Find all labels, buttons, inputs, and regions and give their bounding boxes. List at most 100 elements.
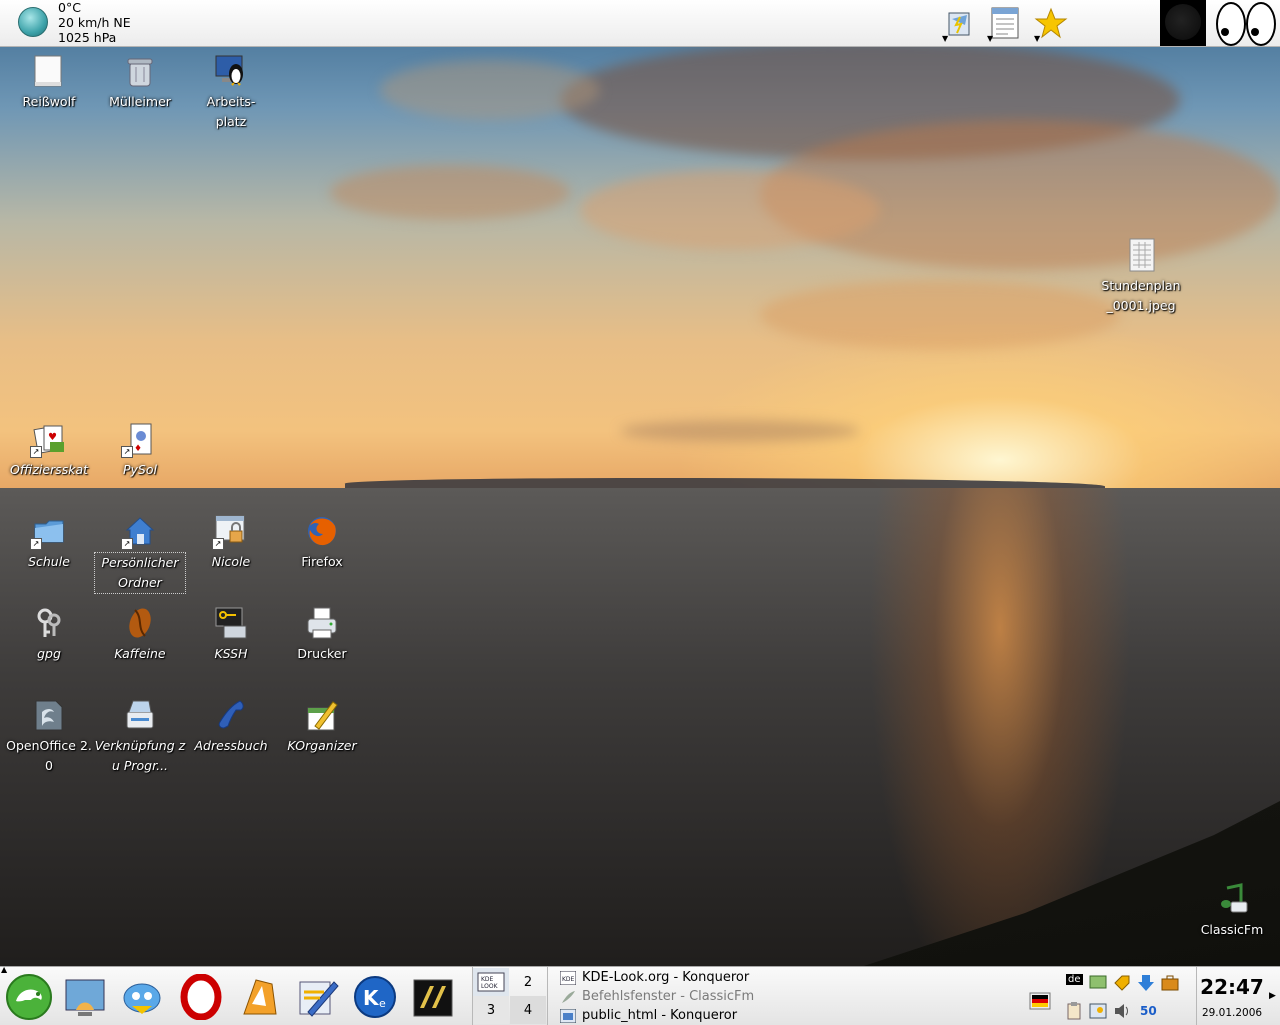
klipper-button[interactable]: ▼: [940, 4, 978, 43]
desktop-icon-korganizer[interactable]: KOrganizer: [276, 698, 368, 756]
task-public-html[interactable]: public_html - Konqueror: [556, 1006, 737, 1025]
desktop-icon-printer[interactable]: Drucker: [276, 606, 368, 664]
desktop-icon-link-to-program[interactable]: Verknüpfung zu Progr...: [94, 698, 186, 776]
clipboard-icon[interactable]: [1064, 1001, 1084, 1021]
computer-tux-icon: [215, 55, 243, 86]
icon-label: OpenOffice 2.0: [6, 738, 92, 773]
opera-launcher[interactable]: [176, 973, 226, 1021]
feather-icon: [562, 990, 575, 1003]
pager-desktop-2[interactable]: 2: [510, 968, 546, 996]
icon-label: ClassicFm: [1200, 922, 1264, 937]
icon-label: PySol: [123, 462, 157, 477]
icon-label: Firefox: [301, 554, 343, 569]
keyboard-flag-icon[interactable]: [1028, 989, 1052, 1013]
desktop-icon-pysol[interactable]: ♦ ↗ PySol: [94, 422, 186, 480]
kde-look-icon: KDE: [560, 970, 576, 985]
desktop-icon-firefox[interactable]: Firefox: [276, 514, 368, 572]
desktop-icon-schule[interactable]: ↗ Schule: [3, 514, 95, 572]
icon-label: Mülleimer: [109, 94, 171, 109]
svg-text:K: K: [363, 986, 380, 1010]
yakuake-icon: [413, 979, 453, 1017]
pager-number: 4: [523, 1002, 533, 1018]
clock-time: 22:47: [1200, 975, 1264, 999]
svg-text:LOOK: LOOK: [481, 983, 499, 990]
task-title: public_html - Konqueror: [582, 1008, 738, 1023]
icon-label: Reißwolf: [22, 94, 76, 109]
user-lock-icon[interactable]: [1088, 1001, 1108, 1021]
panel-right-arrow-icon[interactable]: ▶: [1269, 991, 1276, 1001]
organizer-pen-icon: [307, 701, 338, 731]
scanner-icon: [126, 700, 154, 729]
konqueror-launcher[interactable]: [234, 973, 284, 1021]
kde-ie-launcher[interactable]: Ke: [350, 973, 400, 1021]
kwrite-launcher[interactable]: [292, 973, 342, 1021]
icon-label: Offiziersskat: [9, 462, 89, 477]
weather-globe-icon[interactable]: [18, 7, 48, 37]
chevron-down-icon: ▼: [1034, 34, 1041, 43]
keys-icon: [37, 608, 61, 637]
phone-handset-icon: [218, 700, 244, 729]
task-befehlsfenster[interactable]: Befehlsfenster - ClassicFm: [556, 987, 754, 1006]
svg-text:KDE: KDE: [562, 976, 575, 983]
icon-label: KSSH: [214, 646, 248, 661]
show-desktop-button[interactable]: [60, 973, 110, 1021]
clock-applet[interactable]: 22:47 29.01.2006: [1196, 967, 1267, 1025]
task-title: Befehlsfenster - ClassicFm: [582, 989, 755, 1004]
desktop-icon-personal-folder[interactable]: ↗ Persönlicher Ordner: [94, 514, 186, 594]
suse-menu-button[interactable]: [4, 973, 54, 1021]
kmail-launcher[interactable]: [118, 973, 168, 1021]
desktop-icon-openoffice[interactable]: OpenOffice 2.0: [3, 698, 95, 776]
icon-label: gpg: [37, 646, 61, 661]
weather-report[interactable]: 0°C 20 km/h NE 1025 hPa: [58, 0, 131, 45]
taskbar: ▲ Ke KDE LOOK 2 3 4 KDE KDE-Look.org - Ko…: [0, 965, 1280, 1025]
desktop-icon-shredder[interactable]: Reißwolf: [3, 54, 95, 112]
kde-look-thumbnail-icon: KDELOOK: [477, 972, 505, 992]
moon-icon: [1165, 4, 1201, 40]
pager-desktop-3[interactable]: 3: [473, 996, 509, 1024]
pager-desktop-4[interactable]: 4: [510, 996, 546, 1024]
bookmarks-button[interactable]: ▼: [1032, 4, 1070, 43]
keyboard-layout-badge[interactable]: de: [1066, 974, 1083, 985]
speaker-icon[interactable]: [1112, 1001, 1132, 1021]
desktop-icon-trash[interactable]: Mülleimer: [94, 54, 186, 112]
chevron-down-icon: ▼: [987, 34, 994, 43]
tray-counter[interactable]: 50: [1140, 1004, 1157, 1018]
desktop-icon-gpg[interactable]: gpg: [3, 606, 95, 664]
desktop-icon-offiziersskat[interactable]: ♥ ↗ Offiziersskat: [3, 422, 95, 480]
icon-label: Stundenplan _0001.jpeg: [1101, 278, 1181, 313]
icon-label: Verknüpfung zu Progr...: [94, 738, 186, 773]
network-icon[interactable]: [1088, 973, 1108, 993]
firefox-icon: [308, 517, 336, 546]
desktop-icon-classicfm[interactable]: ClassicFm: [1186, 882, 1278, 940]
clock-date: 29.01.2006: [1201, 1007, 1263, 1019]
moon-phase-applet[interactable]: [1160, 0, 1206, 46]
desktop-icon: [65, 979, 105, 1016]
konqueror-icon: [243, 979, 277, 1015]
left-eye: [1216, 2, 1246, 46]
desktop-icon-addressbook[interactable]: Adressbuch: [185, 698, 277, 756]
right-eye: [1246, 2, 1276, 46]
svg-text:KDE: KDE: [481, 976, 494, 983]
task-list: KDE KDE-Look.org - Konqueror Befehlsfens…: [556, 967, 1016, 1025]
task-kde-look[interactable]: KDE KDE-Look.org - Konqueror: [556, 968, 749, 987]
weather-temperature: 0°C: [58, 0, 81, 15]
task-title: KDE-Look.org - Konqueror: [582, 970, 750, 985]
notes-button[interactable]: ▼: [985, 4, 1023, 43]
desktop-icon-my-computer[interactable]: Arbeits- platz: [185, 54, 277, 132]
pager-desktop-1[interactable]: KDE LOOK: [473, 968, 509, 996]
desktop-icon-kaffeine[interactable]: Kaffeine: [94, 606, 186, 664]
weather-pressure: 1025 hPa: [58, 30, 117, 45]
download-arrow-icon[interactable]: [1136, 973, 1156, 993]
icon-label: Drucker: [297, 646, 347, 661]
chevron-down-icon: ▼: [942, 34, 949, 43]
desktop-icon-timetable-file[interactable]: Stundenplan _0001.jpeg: [1095, 238, 1187, 316]
yakuake-launcher[interactable]: [408, 973, 458, 1021]
printer-icon: [307, 607, 337, 639]
briefcase-icon[interactable]: [1160, 973, 1180, 993]
kwrite-icon: [299, 981, 339, 1017]
desktop-icon-nicole[interactable]: ↗ Nicole: [185, 514, 277, 572]
icon-label: KOrganizer: [287, 738, 357, 753]
tag-icon[interactable]: [1112, 973, 1132, 993]
desktop-icon-kssh[interactable]: KSSH: [185, 606, 277, 664]
shredder-icon: [34, 55, 62, 87]
